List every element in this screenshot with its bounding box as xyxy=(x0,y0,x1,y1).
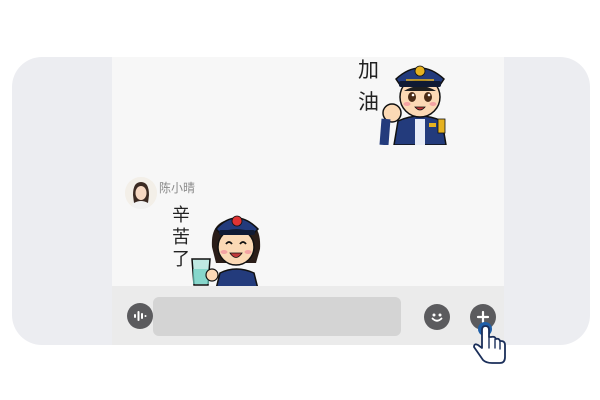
sticker-caption-line-1: 加 xyxy=(358,58,379,82)
contact-photo-icon xyxy=(125,177,157,209)
sticker-caption-line-1: 辛 xyxy=(172,205,190,226)
smiley-face-icon xyxy=(431,313,443,322)
avatar[interactable] xyxy=(125,177,157,209)
message-input[interactable] xyxy=(153,297,401,336)
emoji-button[interactable] xyxy=(424,304,450,330)
message-list[interactable]: 加 油 陈小晴 辛 苦 了 xyxy=(112,57,504,286)
voice-button[interactable] xyxy=(127,303,153,329)
police-officer-cheer-icon: 加 油 xyxy=(358,58,447,146)
police-officer-water-icon: 辛 苦 了 xyxy=(172,205,261,286)
sender-name: 陈小晴 xyxy=(159,181,196,195)
hand-cursor-icon xyxy=(470,318,510,368)
voice-wave-icon xyxy=(134,311,147,321)
sticker-caption-line-3: 了 xyxy=(172,249,190,270)
police-officer-cheer-sticker[interactable]: 加 油 xyxy=(352,57,460,146)
input-toolbar xyxy=(112,286,504,345)
police-officer-water-sticker[interactable]: 辛 苦 了 xyxy=(170,199,278,286)
chat-window: 加 油 陈小晴 辛 苦 了 xyxy=(12,57,590,345)
sticker-caption-line-2: 苦 xyxy=(172,227,190,248)
sticker-caption-line-2: 油 xyxy=(358,90,379,114)
